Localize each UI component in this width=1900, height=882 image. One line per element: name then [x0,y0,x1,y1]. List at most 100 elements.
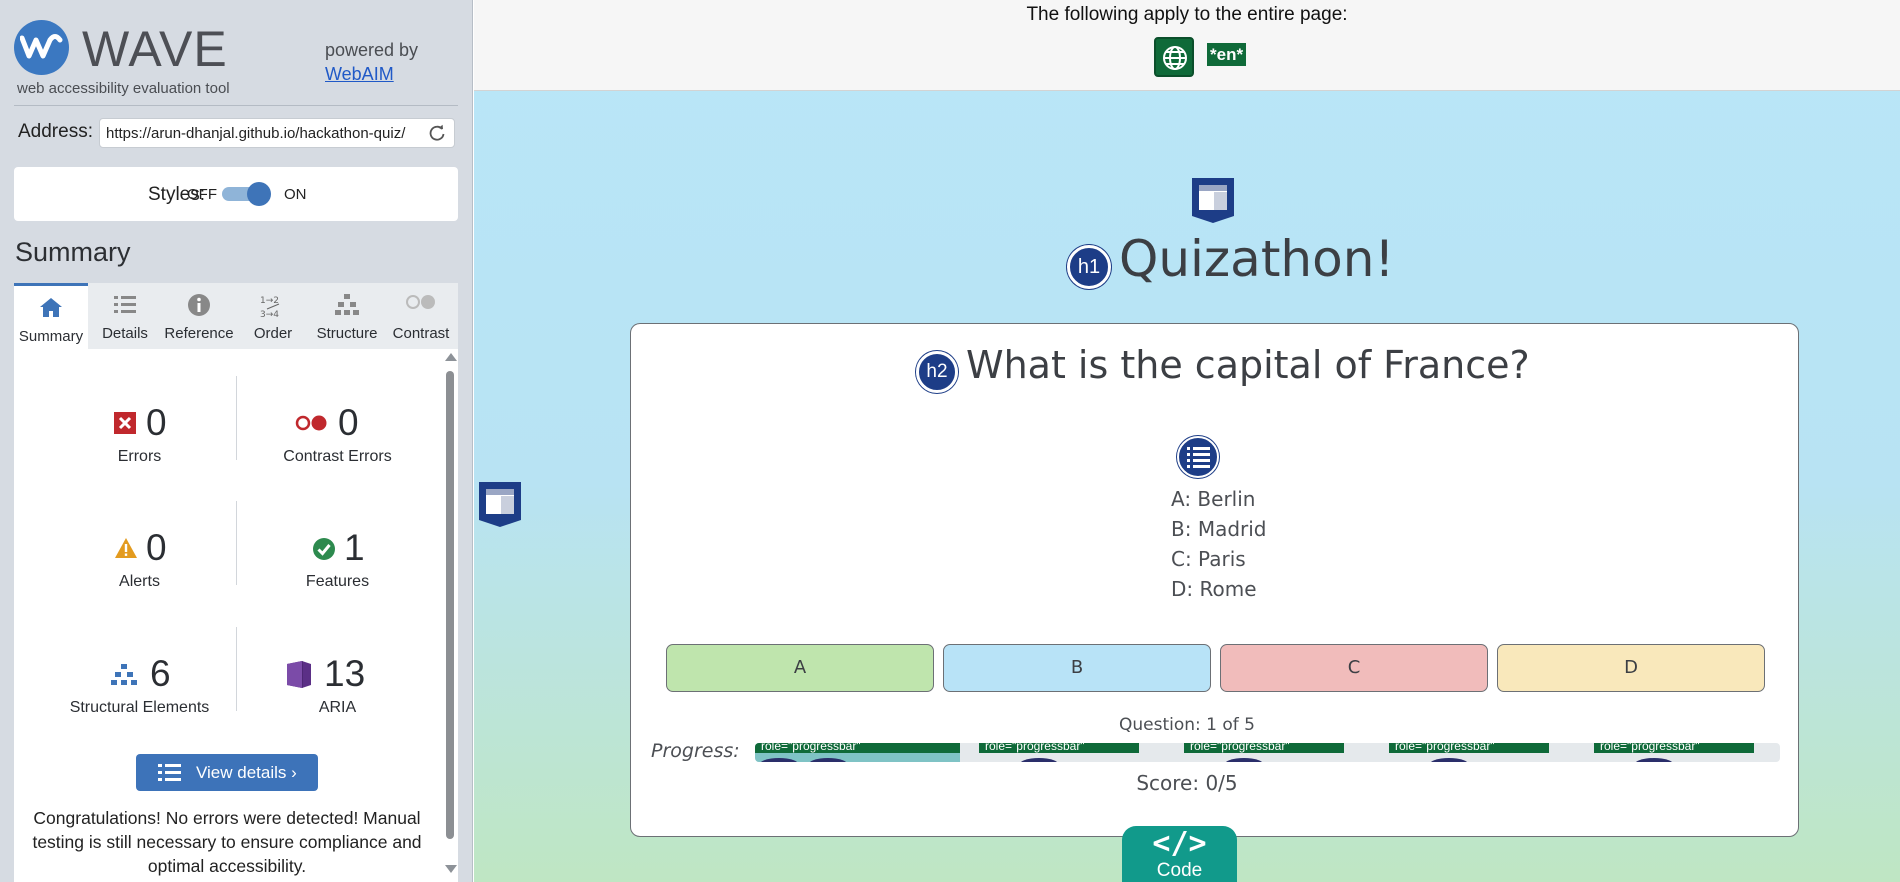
language-badge[interactable]: *en* [1207,43,1247,66]
option-item: D: Rome [1171,577,1257,601]
contrast-errors-label: Contrast Errors [283,448,392,465]
aria-icon[interactable] [1634,758,1674,762]
tab-contrast-label: Contrast [392,325,450,342]
aria-count: 13 [324,653,366,694]
list-icon[interactable] [1177,436,1219,478]
scrollbar-thumb[interactable] [446,371,454,839]
webaim-link[interactable]: WebAIM [325,64,394,84]
powered-by: powered by WebAIM [325,38,418,86]
styles-off-label: OFF [187,186,217,203]
svg-text:3→4: 3→4 [260,310,279,319]
wave-sidebar: WAVE web accessibility evaluation tool p… [0,0,473,882]
code-button[interactable]: </> Code [1122,826,1237,882]
page-wide-banner: The following apply to the entire page: … [474,0,1900,91]
h1-icon[interactable]: h1 [1067,245,1111,289]
progressbar-role-tag[interactable]: role="progressbar" [1389,743,1549,753]
code-label: Code [1156,860,1203,881]
powered-by-text: powered by [325,40,419,60]
structure-icon [335,294,359,315]
contrast-icon [406,295,435,309]
question-heading: What is the capital of France? [966,343,1530,387]
feature-icon [313,538,335,560]
option-item: B: Madrid [1171,517,1267,541]
view-details-label: View details › [196,763,297,782]
aria-icon[interactable] [1224,758,1264,762]
features-count: 1 [344,527,365,568]
tab-details-label: Details [102,325,148,342]
address-input[interactable] [99,118,455,148]
answer-button-b[interactable]: B [943,644,1211,692]
wave-logo[interactable]: WAVE web accessibility evaluation tool p… [14,18,458,106]
page-title: Quizathon! [1119,230,1395,288]
wave-logo-icon [14,20,69,75]
h2-icon[interactable]: h2 [916,351,958,393]
list-icon [158,764,181,781]
tab-structure-label: Structure [316,325,378,342]
region-icon[interactable] [477,480,523,528]
main-region-icon[interactable] [1190,176,1236,224]
address-label: Address: [18,121,93,142]
wave-tabs: Summary Details Reference 1→2 3→4 Order S… [14,283,458,349]
progress-label: Progress: [651,740,740,762]
alerts-count: 0 [146,527,167,568]
tab-contrast[interactable]: Contrast [384,283,458,349]
tab-reference[interactable]: Reference [162,283,236,349]
wave-tagline: web accessibility evaluation tool [17,80,230,97]
features-label: Features [305,573,370,590]
code-icon: </> [1152,826,1207,861]
summary-heading: Summary [15,237,131,267]
scroll-down-icon[interactable] [445,865,457,873]
order-icon: 1→23→4 [260,296,279,319]
contrast-error-icon [295,415,327,431]
summary-panel: 0 Errors 0 Contrast Errors 0 Alerts 1 Fe… [14,349,458,882]
aria-label: ARIA [318,699,357,716]
wave-logo-text: WAVE [82,21,228,77]
progress-bar: role="progressbar" role="progressbar" ro… [755,743,1780,762]
tab-reference-label: Reference [164,325,234,342]
tab-order[interactable]: 1→2 3→4 Order [236,283,310,349]
reload-icon[interactable] [428,124,446,142]
answer-button-a[interactable]: A [666,644,934,692]
language-globe-icon[interactable] [1154,37,1194,77]
structural-label: Structural Elements [69,699,210,716]
option-item: C: Paris [1171,547,1246,571]
aria-icon[interactable] [1019,758,1059,762]
progressbar-role-tag[interactable]: role="progressbar" [979,743,1139,753]
styles-on-label: ON [284,186,307,203]
alert-icon [115,538,137,558]
tab-summary-label: Summary [18,328,84,345]
answer-button-c[interactable]: C [1220,644,1488,692]
view-details-button[interactable]: View details › [136,754,318,791]
error-icon [114,412,136,434]
aria-icon[interactable] [1429,758,1469,762]
alerts-label: Alerts [119,573,160,590]
address-bar: Address: [18,118,458,148]
progressbar-role-tag[interactable]: role="progressbar" [1594,743,1754,753]
progressbar-role-tag[interactable]: role="progressbar" [755,743,960,753]
score-text: Score: 0/5 [1136,771,1238,795]
evaluated-page: The following apply to the entire page: … [474,0,1900,882]
congrats-message: Congratulations! No errors were detected… [32,808,422,876]
errors-label: Errors [117,448,162,465]
option-item: A: Berlin [1171,487,1256,511]
structural-count: 6 [150,653,171,694]
home-icon [40,298,62,317]
tab-order-label: Order [253,325,293,342]
styles-toggle[interactable] [222,182,274,206]
errors-count: 0 [146,402,167,443]
list-icon [114,296,136,313]
question-count: Question: 1 of 5 [1119,715,1255,735]
svg-text:1→2: 1→2 [260,296,279,306]
scroll-up-icon[interactable] [445,353,457,361]
styles-toggle-box: Styles: OFF ON [14,167,458,221]
info-icon [188,294,210,316]
banner-text: The following apply to the entire page: [1026,4,1348,25]
answer-button-d[interactable]: D [1497,644,1765,692]
tab-structure[interactable]: Structure [310,283,384,349]
tab-summary[interactable]: Summary [14,283,88,349]
scrollbar[interactable] [443,351,457,873]
structure-icon [111,664,137,685]
aria-icon [287,661,311,688]
tab-details[interactable]: Details [88,283,162,349]
progressbar-role-tag[interactable]: role="progressbar" [1184,743,1344,753]
